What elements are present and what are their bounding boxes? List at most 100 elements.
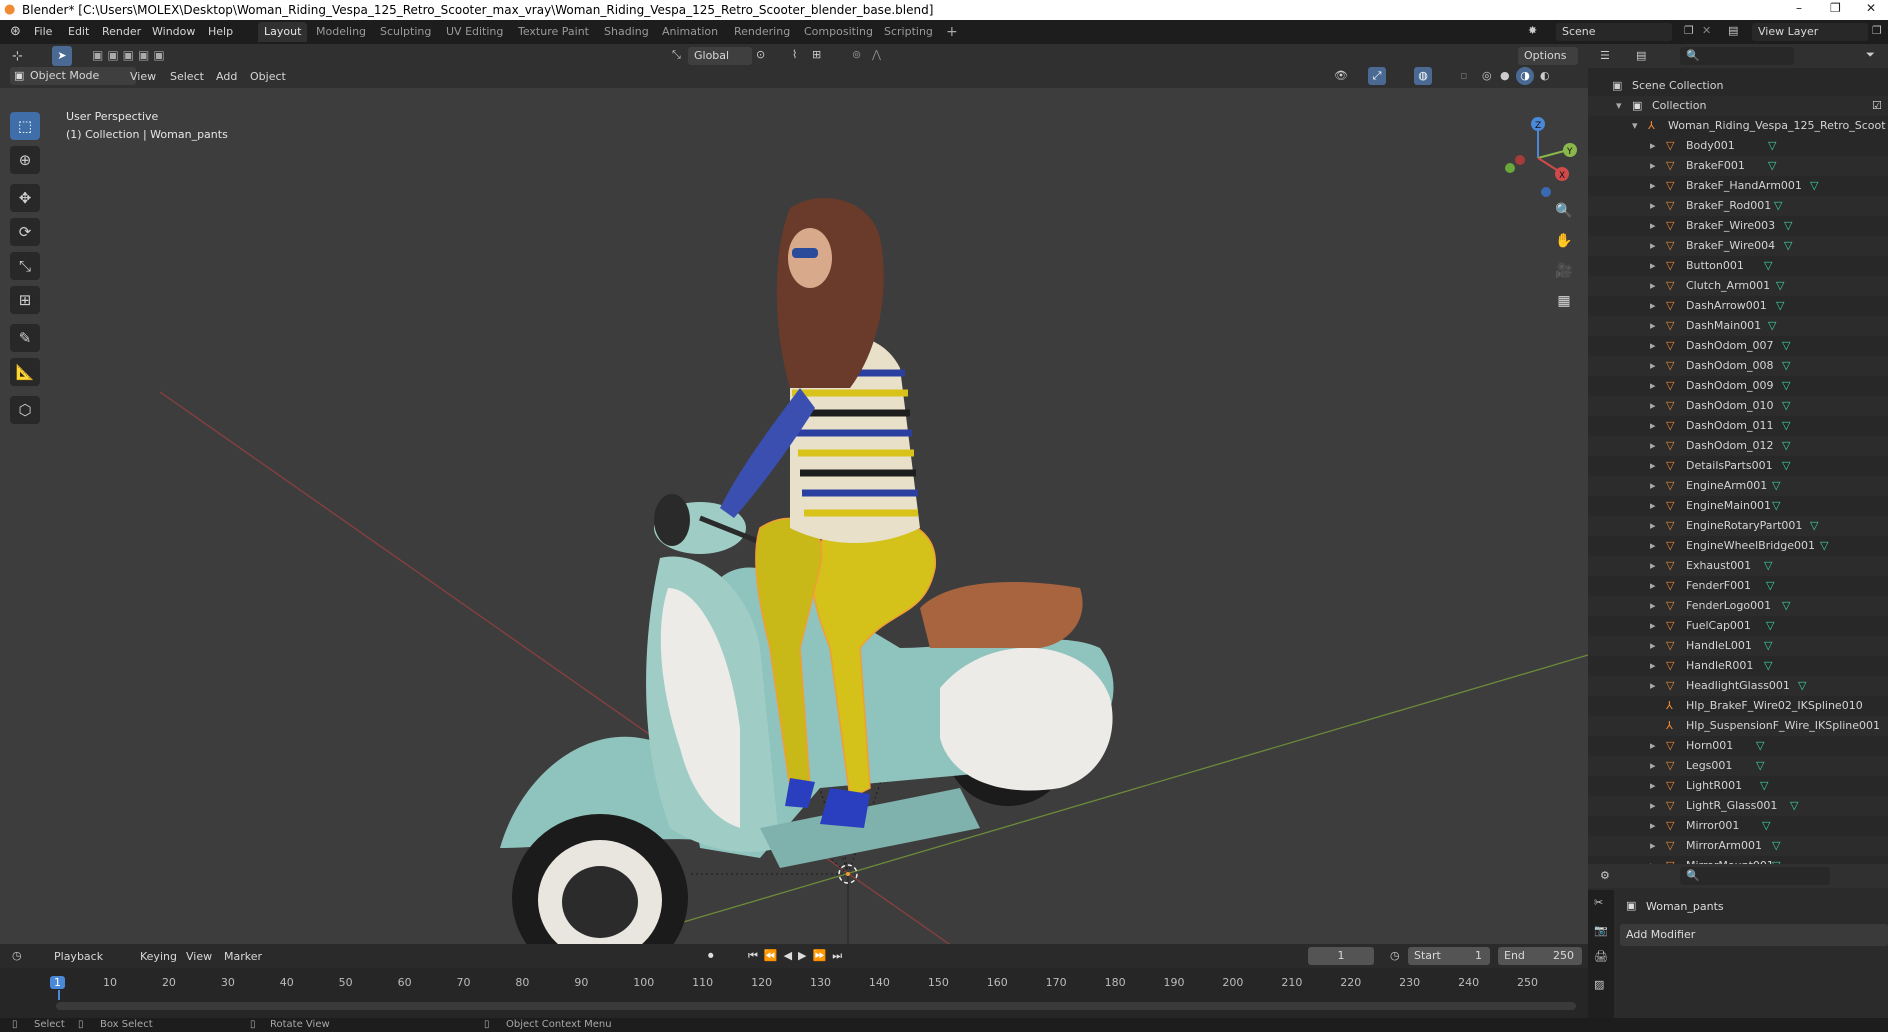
expand-arrow-icon[interactable]: ▸ [1650,416,1656,436]
editor-type-icon[interactable]: ⊹ [12,49,23,64]
expand-arrow-icon[interactable]: ▸ [1650,596,1656,616]
add-workspace-icon[interactable]: + [946,24,958,40]
expand-arrow-icon[interactable]: ▸ [1650,136,1656,156]
outliner-item[interactable]: ▸▽MirrorMount001▽ [1588,856,1888,864]
mesh-data-icon[interactable]: ▽ [1764,656,1772,676]
viewport-menu-view[interactable]: View [130,70,156,83]
outliner-item[interactable]: ▸ ▽ DetailsParts001 ▽ [1588,456,1888,476]
viewport-scene[interactable] [0,88,1588,944]
outliner-item[interactable]: ▸ ▽ FenderLogo001 ▽ [1588,596,1888,616]
expand-arrow-icon[interactable]: ▾ [1616,96,1622,116]
cursor-tool[interactable]: ⊕ [10,146,40,174]
outliner-item[interactable]: ▸ ▽ DashOdom_007 ▽ [1588,336,1888,356]
view-layer-field[interactable]: View Layer [1752,23,1868,41]
mesh-data-icon[interactable]: ▽ [1772,476,1780,496]
properties-search-input[interactable]: 🔍 [1680,867,1830,885]
outliner-item[interactable]: ▸ ▽ EngineMain001 ▽ [1588,496,1888,516]
menu-edit[interactable]: Edit [68,25,89,38]
minimize-button[interactable]: – [1796,1,1802,15]
mesh-data-icon[interactable]: ▽ [1784,236,1792,256]
mesh-data-icon[interactable]: ▽ [1764,256,1772,276]
outliner-item[interactable]: ▸ ▽ Legs001 ▽ [1588,756,1888,776]
tool-properties-icon[interactable]: ✂ [1594,896,1603,909]
outliner-item[interactable]: ▸ ▽ FuelCap001 ▽ [1588,616,1888,636]
mesh-data-icon[interactable]: ▽ [1810,516,1818,536]
outliner-item[interactable]: ▸ ▽ BrakeF_Rod001 ▽ [1588,196,1888,216]
shading-material-icon[interactable]: ◑ [1516,67,1534,85]
tab-scripting[interactable]: Scripting [878,22,939,42]
expand-arrow-icon[interactable]: ▸ [1650,616,1656,636]
expand-arrow-icon[interactable]: ▸ [1650,496,1656,516]
outliner-item[interactable]: ▸ ▽ HandleL001 ▽ [1588,636,1888,656]
new-view-layer-icon[interactable]: ❐ [1872,24,1882,37]
expand-arrow-icon[interactable]: ▸ [1650,336,1656,356]
outliner-root-object[interactable]: ▾ ⅄ Woman_Riding_Vespa_125_Retro_Scoot [1588,116,1888,136]
navigation-gizmo[interactable]: Z Y X [1494,110,1582,198]
outliner-item[interactable]: ▸ ▽ DashOdom_009 ▽ [1588,376,1888,396]
expand-arrow-icon[interactable]: ▸ [1650,516,1656,536]
blender-menu-icon[interactable]: ⊛ [10,24,21,39]
outliner-item[interactable]: ▸ ▽ DashOdom_012 ▽ [1588,436,1888,456]
new-scene-icon[interactable]: ❐ [1684,24,1694,37]
mesh-data-icon[interactable]: ▽ [1774,196,1782,216]
transform-tool[interactable]: ⊞ [10,286,40,314]
expand-arrow-icon[interactable]: ▸ [1650,256,1656,276]
snap-target-icon[interactable]: ⊞ [812,48,821,61]
scene-field[interactable]: Scene [1556,23,1672,41]
outliner-item[interactable]: ▸ ▽ BrakeF_HandArm001 ▽ [1588,176,1888,196]
expand-arrow-icon[interactable]: ▸ [1650,176,1656,196]
rotate-tool[interactable]: ⟳ [10,218,40,246]
outliner-item[interactable]: ▸ ▽ EngineRotaryPart001 ▽ [1588,516,1888,536]
tab-uv-editing[interactable]: UV Editing [440,22,509,42]
menu-file[interactable]: File [34,25,52,38]
tool-select-icon[interactable]: ➤ [52,46,72,66]
menu-window[interactable]: Window [152,25,195,38]
outliner-item[interactable]: ▸ ▽ Horn001 ▽ [1588,736,1888,756]
viewport-menu-select[interactable]: Select [170,70,204,83]
outliner-item[interactable]: ▸ ▽ DashMain001 ▽ [1588,316,1888,336]
mesh-data-icon[interactable]: ▽ [1784,216,1792,236]
viewport-menu-add[interactable]: Add [216,70,237,83]
pivot-point-icon[interactable]: ⊙ [756,48,765,61]
outliner-item[interactable]: ⅄ Hlp_SuspensionF_Wire_IKSpline001 [1588,716,1888,736]
tab-modeling[interactable]: Modeling [310,22,372,42]
mesh-data-icon[interactable]: ▽ [1776,296,1784,316]
expand-arrow-icon[interactable]: ▸ [1650,836,1656,856]
mesh-data-icon[interactable]: ▽ [1756,756,1764,776]
delete-scene-icon[interactable]: ✕ [1702,24,1711,37]
maximize-button[interactable]: ❐ [1830,1,1841,15]
filter-icon[interactable]: ⏷ [1866,48,1875,62]
falloff-icon[interactable]: ⋀ [872,48,881,61]
expand-arrow-icon[interactable]: ▸ [1650,796,1656,816]
outliner-item[interactable]: ▸ ▽ Mirror001 ▽ [1588,816,1888,836]
tab-compositing[interactable]: Compositing [798,22,879,42]
display-mode-icon[interactable]: ▤ [1636,49,1646,62]
menu-help[interactable]: Help [208,25,233,38]
select-mode-icons[interactable]: ▣▣▣▣▣ [92,48,169,62]
expand-arrow-icon[interactable]: ▸ [1650,856,1656,864]
mesh-data-icon[interactable]: ▽ [1782,596,1790,616]
outliner-item[interactable]: ▸ ▽ HandleR001 ▽ [1588,656,1888,676]
add-modifier-button[interactable]: Add Modifier [1620,924,1888,946]
outliner-item[interactable]: ▸ ▽ MirrorArm001 ▽ [1588,836,1888,856]
add-cube-tool[interactable]: ⬡ [10,396,40,424]
outliner-item[interactable]: ▸ ▽ Exhaust001 ▽ [1588,556,1888,576]
shading-solid-icon[interactable]: ● [1500,69,1510,82]
mesh-data-icon[interactable]: ▽ [1776,276,1784,296]
xray-icon[interactable]: ▫ [1460,69,1467,82]
mesh-data-icon[interactable]: ▽ [1768,136,1776,156]
render-properties-icon[interactable]: 📷 [1594,924,1608,937]
expand-arrow-icon[interactable]: ▸ [1650,536,1656,556]
outliner-scene-collection[interactable]: ▣ Scene Collection [1588,76,1888,96]
mesh-data-icon[interactable]: ▽ [1782,336,1790,356]
mesh-data-icon[interactable]: ▽ [1782,376,1790,396]
mesh-data-icon[interactable]: ▽ [1790,796,1798,816]
mesh-data-icon[interactable]: ▽ [1782,416,1790,436]
outliner-item[interactable]: ▸ ▽ BrakeF001 ▽ [1588,156,1888,176]
shading-wireframe-icon[interactable]: ◎ [1482,69,1492,82]
expand-arrow-icon[interactable]: ▸ [1650,636,1656,656]
expand-arrow-icon[interactable]: ▸ [1650,556,1656,576]
object-mode-dropdown[interactable]: Object Mode [10,67,136,85]
mesh-data-icon[interactable]: ▽ [1772,496,1780,516]
expand-arrow-icon[interactable]: ▸ [1650,216,1656,236]
